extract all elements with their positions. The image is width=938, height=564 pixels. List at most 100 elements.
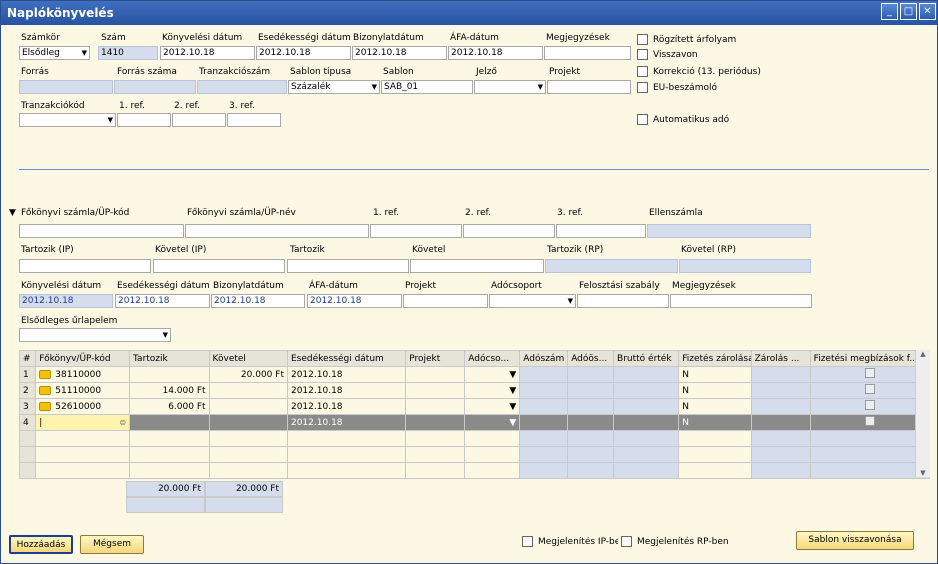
payment-order-cell[interactable]: [809, 382, 931, 399]
col-header[interactable]: Fizetési megbízások f...: [809, 350, 931, 367]
payment-block-cell[interactable]: N: [678, 414, 752, 431]
col-header[interactable]: Főkönyv/ÜP-kód: [35, 350, 131, 367]
due-date-cell[interactable]: 2012.10.18: [286, 414, 407, 431]
tax-group-cell[interactable]: ▼: [464, 366, 521, 383]
credit-cell[interactable]: 20.000 Ft: [208, 366, 288, 383]
primary-form-select[interactable]: [19, 328, 171, 342]
template-type-select[interactable]: Százalék: [288, 80, 380, 94]
credit-cell[interactable]: [208, 398, 288, 415]
eu-report-checkbox[interactable]: [637, 82, 648, 93]
table-row[interactable]: 2 51110000 14.000 Ft 2012.10.18 ▼ N: [18, 382, 931, 399]
line-doc-date-field[interactable]: 2012.10.18: [211, 294, 305, 308]
project-cell[interactable]: [405, 382, 466, 399]
gl-code-cell[interactable]: 52610000: [35, 398, 131, 415]
trans-code-select[interactable]: [19, 113, 116, 127]
ref2-field[interactable]: [172, 113, 226, 127]
line-vat-date-field[interactable]: 2012.10.18: [307, 294, 402, 308]
remarks-field[interactable]: [544, 46, 631, 60]
indicator-select[interactable]: [474, 80, 546, 94]
col-header[interactable]: Bruttó érték: [613, 350, 680, 367]
maximize-icon[interactable]: □: [900, 3, 917, 20]
minimize-icon[interactable]: _: [881, 3, 898, 20]
debit-cell[interactable]: 14.000 Ft: [129, 382, 210, 399]
debit-field[interactable]: [287, 259, 409, 273]
line-remarks-field[interactable]: [670, 294, 812, 308]
reversal-checkbox[interactable]: [637, 49, 648, 60]
col-header[interactable]: Tartozik: [129, 350, 210, 367]
table-row[interactable]: 1 38110000 20.000 Ft 2012.10.18 ▼ N: [18, 366, 931, 383]
payment-order-checkbox[interactable]: [864, 400, 875, 410]
debit-fc-field[interactable]: [19, 259, 151, 273]
payment-order-checkbox[interactable]: [864, 368, 875, 378]
credit-field[interactable]: [410, 259, 544, 273]
project-cell[interactable]: [405, 398, 466, 415]
distr-rule-field[interactable]: [577, 294, 669, 308]
tax-group-select[interactable]: [489, 294, 576, 308]
ref3-field[interactable]: [227, 113, 281, 127]
scroll-up-icon[interactable]: ▲: [916, 350, 930, 358]
link-arrow-icon[interactable]: [39, 369, 52, 379]
payment-block-cell[interactable]: N: [678, 382, 752, 399]
project-cell[interactable]: [405, 414, 466, 431]
gl-code-field[interactable]: [19, 224, 184, 238]
payment-order-cell[interactable]: [809, 414, 931, 431]
correction-checkbox[interactable]: [637, 66, 648, 77]
debit-cell[interactable]: [129, 366, 210, 383]
col-header[interactable]: Követel: [208, 350, 288, 367]
show-sc-checkbox[interactable]: [621, 536, 632, 547]
lookup-icon[interactable]: ⊜: [119, 418, 126, 427]
col-header[interactable]: Projekt: [405, 350, 466, 367]
col-header[interactable]: Adóös...: [567, 350, 615, 367]
gl-name-field[interactable]: [185, 224, 369, 238]
close-icon[interactable]: ✕: [919, 3, 936, 20]
line-due-date-field[interactable]: 2012.10.18: [115, 294, 210, 308]
auto-tax-checkbox[interactable]: [637, 114, 648, 125]
line-ref2-field[interactable]: [463, 224, 555, 238]
col-header[interactable]: Fizetés zárolása: [678, 350, 752, 367]
project-cell[interactable]: [405, 366, 466, 383]
col-header[interactable]: Adócso...: [464, 350, 521, 367]
line-ref3-field[interactable]: [556, 224, 646, 238]
add-button[interactable]: Hozzáadás: [9, 535, 73, 554]
line-ref1-field[interactable]: [370, 224, 462, 238]
posting-date-field[interactable]: 2012.10.18: [160, 46, 255, 60]
scroll-down-icon[interactable]: ▼: [916, 469, 930, 477]
project-field[interactable]: [547, 80, 631, 94]
due-date-cell[interactable]: 2012.10.18: [286, 366, 407, 383]
payment-order-checkbox[interactable]: [864, 416, 875, 426]
col-header[interactable]: Esedékességi dátum: [286, 350, 407, 367]
fixed-rate-checkbox[interactable]: [637, 34, 648, 45]
col-header[interactable]: Adószám: [519, 350, 569, 367]
due-date-field[interactable]: 2012.10.18: [256, 46, 351, 60]
doc-date-field[interactable]: 2012.10.18: [352, 46, 447, 60]
debit-cell[interactable]: 6.000 Ft: [129, 398, 210, 415]
template-field[interactable]: SAB_01: [381, 80, 473, 94]
col-header[interactable]: Zárolás ...: [750, 350, 811, 367]
payment-block-cell[interactable]: N: [678, 366, 752, 383]
tax-group-cell[interactable]: ▼: [464, 382, 521, 399]
table-row[interactable]: 3 52610000 6.000 Ft 2012.10.18 ▼ N: [18, 398, 931, 415]
table-scrollbar[interactable]: ▲ ▼: [915, 350, 930, 477]
debit-cell[interactable]: [129, 414, 210, 431]
series-select[interactable]: Elsődleg: [19, 46, 90, 60]
gl-code-cell[interactable]: 51110000: [35, 382, 131, 399]
payment-order-cell[interactable]: [809, 366, 931, 383]
credit-cell[interactable]: [208, 414, 288, 431]
vat-date-field[interactable]: 2012.10.18: [448, 46, 543, 60]
payment-order-checkbox[interactable]: [864, 384, 875, 394]
cancel-template-button[interactable]: Sablon visszavonása: [796, 531, 914, 550]
ref1-field[interactable]: [117, 113, 171, 127]
due-date-cell[interactable]: 2012.10.18: [286, 398, 407, 415]
line-project-field[interactable]: [403, 294, 488, 308]
cancel-button[interactable]: Mégsem: [80, 535, 144, 554]
gl-code-cell-active[interactable]: | ⊜: [35, 414, 131, 431]
link-arrow-icon[interactable]: [39, 385, 52, 395]
show-fc-checkbox[interactable]: [522, 536, 533, 547]
tax-group-cell[interactable]: ▼: [464, 414, 521, 431]
credit-cell[interactable]: [208, 382, 288, 399]
credit-fc-field[interactable]: [153, 259, 285, 273]
collapse-icon[interactable]: ▼: [9, 208, 16, 218]
due-date-cell[interactable]: 2012.10.18: [286, 382, 407, 399]
tax-group-cell[interactable]: ▼: [464, 398, 521, 415]
link-arrow-icon[interactable]: [39, 401, 52, 411]
